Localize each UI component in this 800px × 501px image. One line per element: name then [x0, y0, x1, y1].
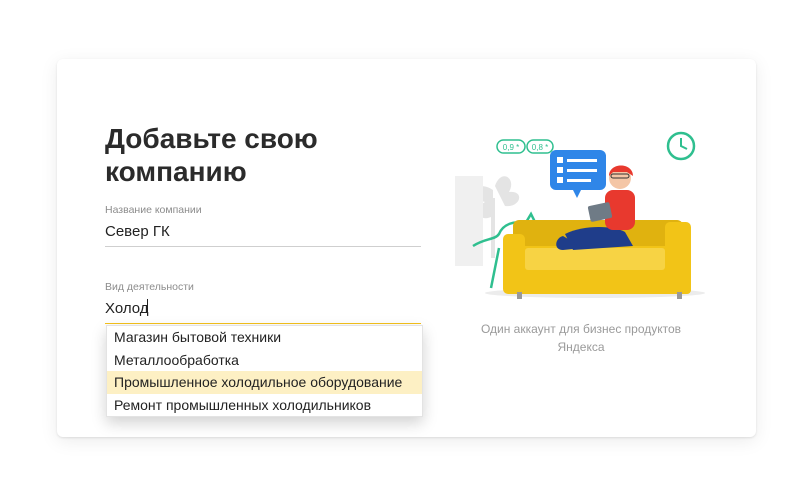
- suggestion-item[interactable]: Ремонт промышленных холодильников: [107, 394, 422, 417]
- page-title: Добавьте свою компанию: [105, 123, 318, 187]
- svg-text:0,8 *: 0,8 *: [532, 143, 548, 152]
- activity-label: Вид деятельности: [105, 281, 194, 293]
- illustration-caption: Один аккаунт для бизнес продуктов Яндекс…: [480, 322, 682, 354]
- clock-icon: [666, 131, 696, 161]
- activity-underline: [105, 323, 421, 324]
- suggestion-item[interactable]: Магазин бытовой техники: [107, 326, 422, 349]
- text-caret: [147, 299, 148, 315]
- rating-badge-2: 0,8 *: [526, 139, 554, 154]
- suggestion-item[interactable]: Промышленное холодильное оборудование: [107, 371, 422, 394]
- activity-suggestions-dropdown: Магазин бытовой техники Металлообработка П…: [106, 325, 423, 417]
- company-name-input[interactable]: [105, 220, 421, 242]
- company-name-underline: [105, 246, 421, 247]
- svg-text:0,9 *: 0,9 *: [503, 143, 519, 152]
- company-name-label: Название компании: [105, 204, 202, 216]
- illustration-person-on-sofa: 0,9 * 0,8 *: [455, 131, 705, 299]
- suggestion-item[interactable]: Металлообработка: [107, 349, 422, 372]
- checklist-chat-icon: [550, 150, 606, 198]
- activity-input[interactable]: [105, 297, 421, 319]
- rating-badge-1: 0,9 *: [496, 139, 526, 154]
